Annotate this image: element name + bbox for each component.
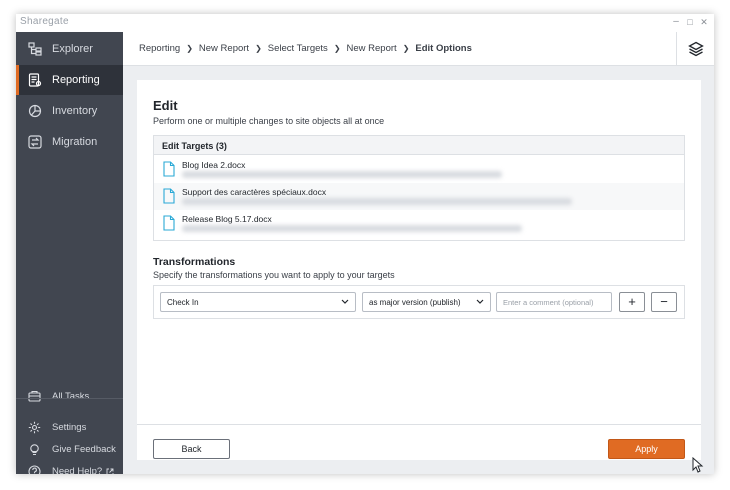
breadcrumb-item-edit-options: Edit Options [415,43,472,54]
breadcrumb-item-reporting[interactable]: Reporting [139,43,180,54]
target-name: Blog Idea 2.docx [182,160,246,170]
sidebar-item-inventory[interactable]: Inventory [16,96,123,126]
sidebar-item-label: Reporting [52,74,100,86]
sidebar-item-label: Explorer [52,43,93,55]
migration-icon [28,135,42,149]
transformations-subtitle: Specify the transformations you want to … [153,270,395,280]
add-transformation-button[interactable]: + [619,292,645,312]
breadcrumb: Reporting ❯ New Report ❯ Select Targets … [123,32,714,66]
maximize-button[interactable]: □ [684,16,696,28]
main-content: Reporting ❯ New Report ❯ Select Targets … [123,32,714,474]
sidebar-divider [16,398,123,399]
lightbulb-icon [28,443,41,456]
give-feedback-button[interactable]: Give Feedback [16,443,123,456]
page-subtitle: Perform one or multiple changes to site … [153,116,385,126]
need-help-label: Need Help? [52,466,103,474]
transformations-title: Transformations [153,256,236,268]
help-icon [28,465,41,474]
back-button[interactable]: Back [153,439,230,459]
settings-label: Settings [52,422,87,433]
remove-transformation-button[interactable]: − [651,292,677,312]
sidebar-item-label: Migration [52,136,98,148]
page-title: Edit [153,98,178,113]
mouse-cursor-icon [692,457,704,473]
breadcrumb-item-new-report-2[interactable]: New Report [347,43,397,54]
chevron-right-icon: ❯ [186,44,193,53]
chevron-down-icon [476,299,484,304]
close-button[interactable]: ✕ [698,16,710,28]
chevron-down-icon [341,299,349,304]
external-link-icon [106,468,114,474]
chevron-right-icon: ❯ [402,44,410,53]
inventory-icon [28,104,42,118]
transformation-row: Check In as major version (publish) + − [153,285,685,319]
title-bar: Sharegate – □ ✕ [16,14,714,32]
app-window: Sharegate – □ ✕ Explorer Reporting Inven… [16,14,714,474]
target-path-blurred [182,198,572,205]
all-tasks-label: All Tasks [52,391,90,402]
apply-button[interactable]: Apply [608,439,685,459]
explorer-icon [28,42,42,56]
sidebar-item-reporting[interactable]: Reporting [16,65,123,95]
sidebar: Explorer Reporting Inventory Migration A… [16,32,123,474]
chevron-right-icon: ❯ [333,44,341,53]
list-item[interactable]: Support des caractères spéciaux.docx [154,183,684,210]
target-path-blurred [182,225,522,232]
gear-icon [28,421,41,434]
need-help-link[interactable]: Need Help? [16,465,123,474]
list-item[interactable]: Release Blog 5.17.docx [154,210,684,237]
list-item[interactable]: Blog Idea 2.docx [154,156,684,183]
version-select-value: as major version (publish) [369,298,461,307]
sidebar-item-explorer[interactable]: Explorer [16,34,123,64]
edit-targets-header: Edit Targets (3) [154,136,684,155]
comment-input[interactable] [496,292,612,312]
give-feedback-label: Give Feedback [52,444,116,455]
chevron-right-icon: ❯ [255,44,262,53]
all-tasks-button[interactable]: All Tasks [16,390,123,403]
edit-targets-panel: Edit Targets (3) Blog Idea 2.docx Suppor… [153,135,685,241]
layers-icon [687,41,704,57]
target-path-blurred [182,171,502,178]
settings-button[interactable]: Settings [16,421,123,434]
document-icon [163,188,175,204]
breadcrumb-item-new-report[interactable]: New Report [199,43,249,54]
sidebar-item-migration[interactable]: Migration [16,127,123,157]
minimize-button[interactable]: – [670,16,682,28]
layers-button[interactable] [676,32,714,66]
target-name: Release Blog 5.17.docx [182,214,272,224]
document-icon [163,161,175,177]
version-select[interactable]: as major version (publish) [362,292,491,312]
action-select[interactable]: Check In [160,292,356,312]
app-brand: Sharegate [20,16,69,27]
reporting-icon [28,73,42,87]
target-name: Support des caractères spéciaux.docx [182,187,327,197]
tasks-icon [28,390,41,403]
sidebar-item-label: Inventory [52,105,98,117]
breadcrumb-item-select-targets[interactable]: Select Targets [268,43,328,54]
document-icon [163,215,175,231]
action-select-value: Check In [167,298,199,307]
edit-card: Edit Perform one or multiple changes to … [137,80,701,460]
